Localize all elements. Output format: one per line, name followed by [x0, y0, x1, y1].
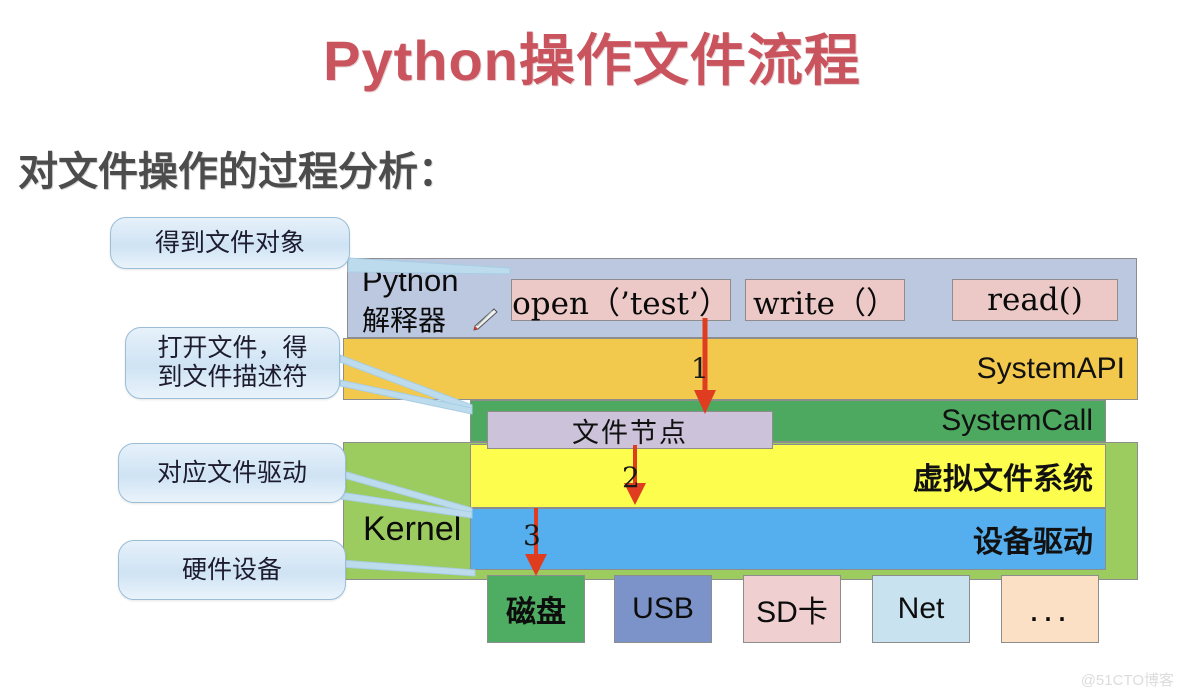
- section-heading: 对文件操作的过程分析：: [18, 150, 458, 194]
- call-box-label: read(): [987, 282, 1083, 318]
- callout-label: 对应文件驱动: [156, 457, 307, 487]
- flow-arrow-3-number: 3: [523, 519, 541, 552]
- device-driver-label: 设备驱动: [973, 525, 1093, 560]
- callout-label: 得到文件对象: [154, 227, 305, 257]
- python-layer-name-en: Python: [362, 263, 459, 298]
- device-label: SD卡: [756, 596, 828, 629]
- vfs-label: 虚拟文件系统: [913, 462, 1093, 497]
- device-label: USB: [632, 592, 694, 625]
- device-label: 磁盘: [506, 595, 566, 630]
- python-layer-name-cn: 解释器: [362, 304, 447, 337]
- call-box-write[interactable]: write（）: [745, 279, 905, 322]
- device-net[interactable]: Net: [872, 575, 970, 643]
- virtual-filesystem-layer: 虚拟文件系统: [470, 444, 1106, 508]
- callout-file-driver[interactable]: 对应文件驱动: [118, 443, 346, 503]
- device-driver-layer: 设备驱动: [470, 508, 1106, 570]
- device-more[interactable]: ...: [1001, 575, 1099, 643]
- device-usb[interactable]: USB: [614, 575, 712, 643]
- call-box-read[interactable]: read(): [952, 279, 1118, 321]
- callout-file-object[interactable]: 得到文件对象: [110, 217, 350, 269]
- device-label: Net: [897, 592, 945, 625]
- slide-canvas: Python操作文件流程 对文件操作的过程分析： 得到文件对象 打开文件，得 到…: [0, 0, 1184, 695]
- systemcall-label: SystemCall: [941, 404, 1093, 437]
- callout-label-line2: 到文件描述符: [157, 362, 308, 391]
- watermark: @51CTO博客: [1080, 672, 1174, 689]
- page-title: Python操作文件流程: [323, 29, 861, 92]
- device-sdcard[interactable]: SD卡: [743, 575, 841, 643]
- call-box-open[interactable]: open（’test’）: [511, 279, 731, 322]
- call-box-label: write（）: [752, 285, 898, 322]
- pen-icon: [473, 308, 498, 331]
- kernel-label: Kernel: [363, 510, 462, 548]
- flow-arrow-1-number: 1: [691, 352, 709, 385]
- systemapi-label: SystemAPI: [976, 352, 1125, 385]
- systemapi-layer: SystemAPI: [343, 338, 1138, 400]
- callout-label-line1: 打开文件，得: [157, 333, 308, 363]
- callout-hardware-device[interactable]: 硬件设备: [118, 540, 346, 600]
- callout-label: 硬件设备: [181, 554, 282, 584]
- flow-arrow-2-number: 2: [622, 461, 640, 494]
- callout-open-file[interactable]: 打开文件，得 到文件描述符: [125, 327, 340, 399]
- device-label: ...: [1028, 588, 1071, 629]
- file-node-label: 文件节点: [572, 417, 688, 449]
- call-box-label: open（’test’）: [512, 285, 730, 322]
- device-disk[interactable]: 磁盘: [487, 575, 585, 643]
- file-node-box: 文件节点: [487, 411, 773, 449]
- python-interpreter-layer: Python 解释器 open（’test’） write（） read(): [347, 258, 1137, 338]
